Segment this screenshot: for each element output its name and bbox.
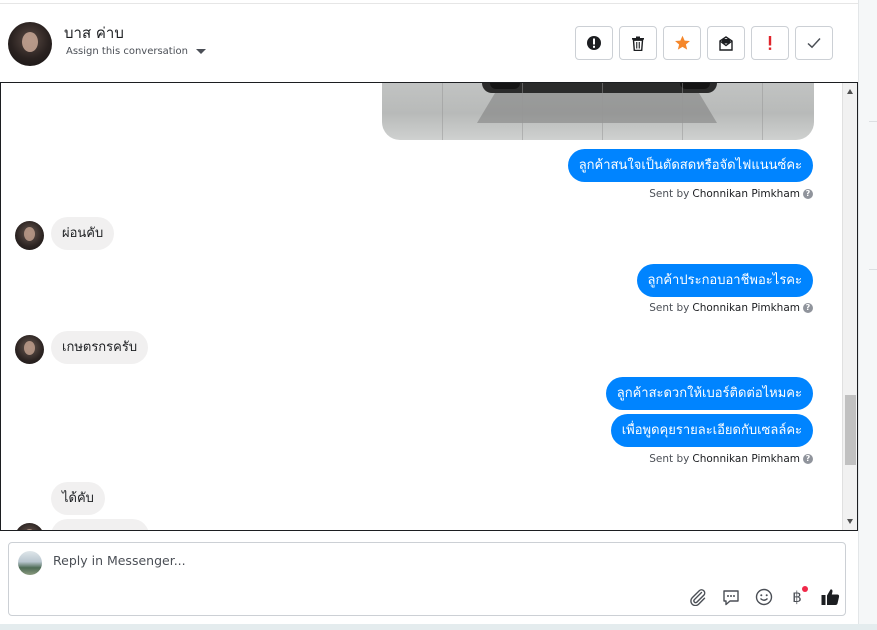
message-bubble-outgoing[interactable]: ลูกค้าประกอบอาชีพอะไรคะ: [636, 264, 813, 297]
thread-scrollbar[interactable]: [842, 83, 857, 530]
thumbs-up-icon: [821, 589, 839, 605]
message-bubble-outgoing[interactable]: เพื่อพูดคุยรายละเอียดกับเซลล์คะ: [610, 414, 813, 447]
page-avatar: [18, 551, 42, 575]
saved-reply-icon: [723, 589, 739, 605]
star-icon: [674, 35, 690, 50]
alert-circle-icon: [587, 36, 601, 50]
message-bubble-incoming[interactable]: ได้คับ: [51, 482, 105, 515]
page-bottom-edge: [0, 624, 877, 630]
emoji-button[interactable]: [753, 586, 775, 608]
scroll-thumb[interactable]: [845, 395, 856, 465]
contact-avatar-small[interactable]: [15, 523, 44, 530]
follow-up-button[interactable]: [663, 26, 701, 60]
contact-name[interactable]: บาส ค่าบ: [64, 21, 124, 45]
right-panel-edge: [858, 0, 877, 630]
sent-by-label: Sent by Chonnikan Pimkham?: [649, 302, 813, 314]
reply-composer: ฿: [8, 542, 846, 616]
notification-dot: [802, 586, 808, 592]
scroll-down-arrow-icon[interactable]: [847, 519, 853, 524]
message-bubble-outgoing[interactable]: ลูกค้าสนใจเป็นตัดสดหรือจัดไฟแนนซ์คะ: [567, 149, 813, 182]
baht-payment-icon: ฿: [792, 588, 802, 606]
check-icon: [807, 37, 821, 49]
message-bubble-incoming[interactable]: ผ่อนคับ: [51, 217, 115, 250]
sender-name[interactable]: Chonnikan Pimkham: [692, 302, 800, 314]
sender-name[interactable]: Chonnikan Pimkham: [692, 453, 800, 465]
mark-done-button[interactable]: [795, 26, 833, 60]
help-icon[interactable]: ?: [803, 454, 813, 464]
mark-important-button[interactable]: [575, 26, 613, 60]
conversation-header: บาส ค่าบ Assign this conversation: [0, 3, 858, 83]
attach-file-button[interactable]: [687, 586, 709, 608]
contact-avatar[interactable]: [8, 22, 52, 66]
mark-unread-icon: [719, 36, 733, 51]
payment-button[interactable]: ฿: [786, 586, 808, 608]
sent-by-label: Sent by Chonnikan Pimkham?: [649, 188, 813, 200]
sent-by-label: Sent by Chonnikan Pimkham?: [649, 453, 813, 465]
send-like-button[interactable]: [819, 586, 841, 608]
shared-photo-attachment[interactable]: [382, 83, 814, 140]
caret-down-icon: [195, 49, 206, 54]
assign-conversation-dropdown[interactable]: Assign this conversation: [66, 46, 206, 57]
mark-unread-button[interactable]: [707, 26, 745, 60]
help-icon[interactable]: ?: [803, 303, 813, 313]
scroll-up-arrow-icon[interactable]: [847, 89, 853, 94]
message-bubble-incoming[interactable]: เกษตรกรครับ: [51, 331, 149, 364]
contact-avatar-small[interactable]: [15, 335, 44, 364]
trash-icon: [632, 36, 644, 51]
message-thread[interactable]: ลูกค้าสนใจเป็นตัดสดหรือจัดไฟแนนซ์คะ Sent…: [0, 82, 858, 531]
assign-label: Assign this conversation: [66, 46, 188, 57]
composer-tools: ฿: [687, 586, 841, 608]
help-icon[interactable]: ?: [803, 189, 813, 199]
mark-spam-button[interactable]: [751, 26, 789, 60]
inbox-conversation-view: บาส ค่าบ Assign this conversation ลูกค้า…: [0, 0, 858, 630]
delete-button[interactable]: [619, 26, 657, 60]
saved-replies-button[interactable]: [720, 586, 742, 608]
exclamation-icon: [768, 36, 772, 50]
emoji-icon: [755, 588, 773, 606]
sender-name[interactable]: Chonnikan Pimkham: [692, 188, 800, 200]
message-bubble-incoming-partial[interactable]: [51, 519, 149, 530]
conversation-actions: [575, 26, 833, 60]
contact-avatar-small[interactable]: [15, 221, 44, 250]
message-bubble-outgoing[interactable]: ลูกค้าสะดวกให้เบอร์ติดต่อไหมคะ: [605, 377, 813, 410]
reply-input[interactable]: [53, 553, 753, 568]
paperclip-icon: [690, 589, 706, 606]
